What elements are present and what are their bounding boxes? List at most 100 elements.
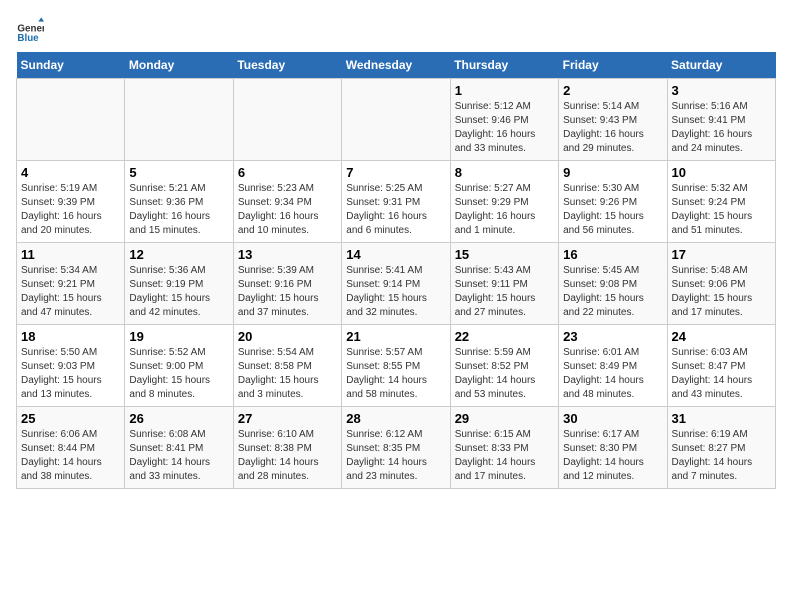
- day-number: 31: [672, 411, 771, 426]
- day-info: Sunrise: 5:32 AM Sunset: 9:24 PM Dayligh…: [672, 182, 771, 238]
- day-info: Sunrise: 5:54 AM Sunset: 8:58 PM Dayligh…: [238, 346, 337, 402]
- calendar-cell: 12 Sunrise: 5:36 AM Sunset: 9:19 PM Dayli…: [125, 243, 233, 325]
- day-number: 30: [563, 411, 662, 426]
- calendar-cell: 30 Sunrise: 6:17 AM Sunset: 8:30 PM Dayli…: [559, 407, 667, 489]
- day-info: Sunrise: 5:59 AM Sunset: 8:52 PM Dayligh…: [455, 346, 554, 402]
- day-info: Sunrise: 5:12 AM Sunset: 9:46 PM Dayligh…: [455, 100, 554, 156]
- day-info: Sunrise: 6:03 AM Sunset: 8:47 PM Dayligh…: [672, 346, 771, 402]
- day-number: 22: [455, 329, 554, 344]
- day-info: Sunrise: 5:34 AM Sunset: 9:21 PM Dayligh…: [21, 264, 120, 320]
- day-number: 18: [21, 329, 120, 344]
- day-info: Sunrise: 6:06 AM Sunset: 8:44 PM Dayligh…: [21, 428, 120, 484]
- day-number: 8: [455, 165, 554, 180]
- calendar-cell: 10 Sunrise: 5:32 AM Sunset: 9:24 PM Dayli…: [667, 161, 775, 243]
- calendar-day-header: Thursday: [450, 52, 558, 79]
- calendar-cell: 13Sunrise: 5:39 AM Sunset: 9:16 PM Dayli…: [233, 243, 341, 325]
- calendar-cell: 22 Sunrise: 5:59 AM Sunset: 8:52 PM Dayli…: [450, 325, 558, 407]
- day-number: 6: [238, 165, 337, 180]
- day-number: 5: [129, 165, 228, 180]
- day-number: 9: [563, 165, 662, 180]
- calendar-cell: 23 Sunrise: 6:01 AM Sunset: 8:49 PM Dayli…: [559, 325, 667, 407]
- day-number: 1: [455, 83, 554, 98]
- calendar-cell: 19 Sunrise: 5:52 AM Sunset: 9:00 PM Dayli…: [125, 325, 233, 407]
- day-info: Sunrise: 5:50 AM Sunset: 9:03 PM Dayligh…: [21, 346, 120, 402]
- day-info: Sunrise: 5:57 AM Sunset: 8:55 PM Dayligh…: [346, 346, 445, 402]
- calendar-week-row: 11 Sunrise: 5:34 AM Sunset: 9:21 PM Dayli…: [17, 243, 776, 325]
- calendar-cell: [233, 79, 341, 161]
- calendar-header-row: SundayMondayTuesdayWednesdayThursdayFrid…: [17, 52, 776, 79]
- day-info: Sunrise: 6:08 AM Sunset: 8:41 PM Dayligh…: [129, 428, 228, 484]
- calendar-cell: 11 Sunrise: 5:34 AM Sunset: 9:21 PM Dayli…: [17, 243, 125, 325]
- day-number: 25: [21, 411, 120, 426]
- calendar-cell: 27Sunrise: 6:10 AM Sunset: 8:38 PM Dayli…: [233, 407, 341, 489]
- calendar-cell: 29Sunrise: 6:15 AM Sunset: 8:33 PM Dayli…: [450, 407, 558, 489]
- calendar-cell: 15Sunrise: 5:43 AM Sunset: 9:11 PM Dayli…: [450, 243, 558, 325]
- calendar-cell: 4 Sunrise: 5:19 AM Sunset: 9:39 PM Daylig…: [17, 161, 125, 243]
- calendar-day-header: Saturday: [667, 52, 775, 79]
- day-number: 13: [238, 247, 337, 262]
- calendar-day-header: Sunday: [17, 52, 125, 79]
- day-number: 7: [346, 165, 445, 180]
- day-info: Sunrise: 6:01 AM Sunset: 8:49 PM Dayligh…: [563, 346, 662, 402]
- calendar-cell: 8 Sunrise: 5:27 AM Sunset: 9:29 PM Daylig…: [450, 161, 558, 243]
- day-info: Sunrise: 5:48 AM Sunset: 9:06 PM Dayligh…: [672, 264, 771, 320]
- calendar-cell: 3 Sunrise: 5:16 AM Sunset: 9:41 PM Daylig…: [667, 79, 775, 161]
- day-info: Sunrise: 6:17 AM Sunset: 8:30 PM Dayligh…: [563, 428, 662, 484]
- day-info: Sunrise: 5:43 AM Sunset: 9:11 PM Dayligh…: [455, 264, 554, 320]
- calendar-cell: 20 Sunrise: 5:54 AM Sunset: 8:58 PM Dayli…: [233, 325, 341, 407]
- day-number: 14: [346, 247, 445, 262]
- calendar-week-row: 1 Sunrise: 5:12 AM Sunset: 9:46 PM Daylig…: [17, 79, 776, 161]
- calendar-cell: 1 Sunrise: 5:12 AM Sunset: 9:46 PM Daylig…: [450, 79, 558, 161]
- day-info: Sunrise: 5:25 AM Sunset: 9:31 PM Dayligh…: [346, 182, 445, 238]
- day-number: 2: [563, 83, 662, 98]
- day-number: 26: [129, 411, 228, 426]
- calendar-cell: 24 Sunrise: 6:03 AM Sunset: 8:47 PM Dayli…: [667, 325, 775, 407]
- calendar-cell: [17, 79, 125, 161]
- day-info: Sunrise: 5:41 AM Sunset: 9:14 PM Dayligh…: [346, 264, 445, 320]
- day-number: 28: [346, 411, 445, 426]
- day-number: 27: [238, 411, 337, 426]
- day-number: 17: [672, 247, 771, 262]
- calendar-cell: 5 Sunrise: 5:21 AM Sunset: 9:36 PM Daylig…: [125, 161, 233, 243]
- calendar-cell: 9Sunrise: 5:30 AM Sunset: 9:26 PM Daylig…: [559, 161, 667, 243]
- calendar-cell: 6Sunrise: 5:23 AM Sunset: 9:34 PM Daylig…: [233, 161, 341, 243]
- day-number: 11: [21, 247, 120, 262]
- day-number: 21: [346, 329, 445, 344]
- day-info: Sunrise: 5:14 AM Sunset: 9:43 PM Dayligh…: [563, 100, 662, 156]
- calendar-cell: 14 Sunrise: 5:41 AM Sunset: 9:14 PM Dayli…: [342, 243, 450, 325]
- day-info: Sunrise: 5:21 AM Sunset: 9:36 PM Dayligh…: [129, 182, 228, 238]
- calendar-cell: [125, 79, 233, 161]
- calendar-cell: 17 Sunrise: 5:48 AM Sunset: 9:06 PM Dayli…: [667, 243, 775, 325]
- day-info: Sunrise: 6:15 AM Sunset: 8:33 PM Dayligh…: [455, 428, 554, 484]
- day-number: 4: [21, 165, 120, 180]
- calendar-week-row: 25 Sunrise: 6:06 AM Sunset: 8:44 PM Dayli…: [17, 407, 776, 489]
- day-info: Sunrise: 5:19 AM Sunset: 9:39 PM Dayligh…: [21, 182, 120, 238]
- page-header: General Blue: [16, 16, 776, 44]
- day-number: 12: [129, 247, 228, 262]
- svg-text:Blue: Blue: [17, 33, 39, 44]
- calendar-cell: 26 Sunrise: 6:08 AM Sunset: 8:41 PM Dayli…: [125, 407, 233, 489]
- calendar-cell: 31 Sunrise: 6:19 AM Sunset: 8:27 PM Dayli…: [667, 407, 775, 489]
- day-number: 10: [672, 165, 771, 180]
- day-info: Sunrise: 5:45 AM Sunset: 9:08 PM Dayligh…: [563, 264, 662, 320]
- day-number: 3: [672, 83, 771, 98]
- calendar-cell: 21 Sunrise: 5:57 AM Sunset: 8:55 PM Dayli…: [342, 325, 450, 407]
- day-number: 16: [563, 247, 662, 262]
- logo: General Blue: [16, 16, 44, 44]
- calendar-day-header: Tuesday: [233, 52, 341, 79]
- day-info: Sunrise: 5:52 AM Sunset: 9:00 PM Dayligh…: [129, 346, 228, 402]
- day-number: 23: [563, 329, 662, 344]
- calendar-cell: 25 Sunrise: 6:06 AM Sunset: 8:44 PM Dayli…: [17, 407, 125, 489]
- day-number: 24: [672, 329, 771, 344]
- calendar-cell: 28 Sunrise: 6:12 AM Sunset: 8:35 PM Dayli…: [342, 407, 450, 489]
- calendar-day-header: Wednesday: [342, 52, 450, 79]
- day-info: Sunrise: 5:27 AM Sunset: 9:29 PM Dayligh…: [455, 182, 554, 238]
- day-info: Sunrise: 6:12 AM Sunset: 8:35 PM Dayligh…: [346, 428, 445, 484]
- day-info: Sunrise: 5:36 AM Sunset: 9:19 PM Dayligh…: [129, 264, 228, 320]
- day-info: Sunrise: 5:16 AM Sunset: 9:41 PM Dayligh…: [672, 100, 771, 156]
- day-number: 20: [238, 329, 337, 344]
- day-info: Sunrise: 6:19 AM Sunset: 8:27 PM Dayligh…: [672, 428, 771, 484]
- logo-icon: General Blue: [16, 16, 44, 44]
- day-number: 19: [129, 329, 228, 344]
- calendar-cell: 18 Sunrise: 5:50 AM Sunset: 9:03 PM Dayli…: [17, 325, 125, 407]
